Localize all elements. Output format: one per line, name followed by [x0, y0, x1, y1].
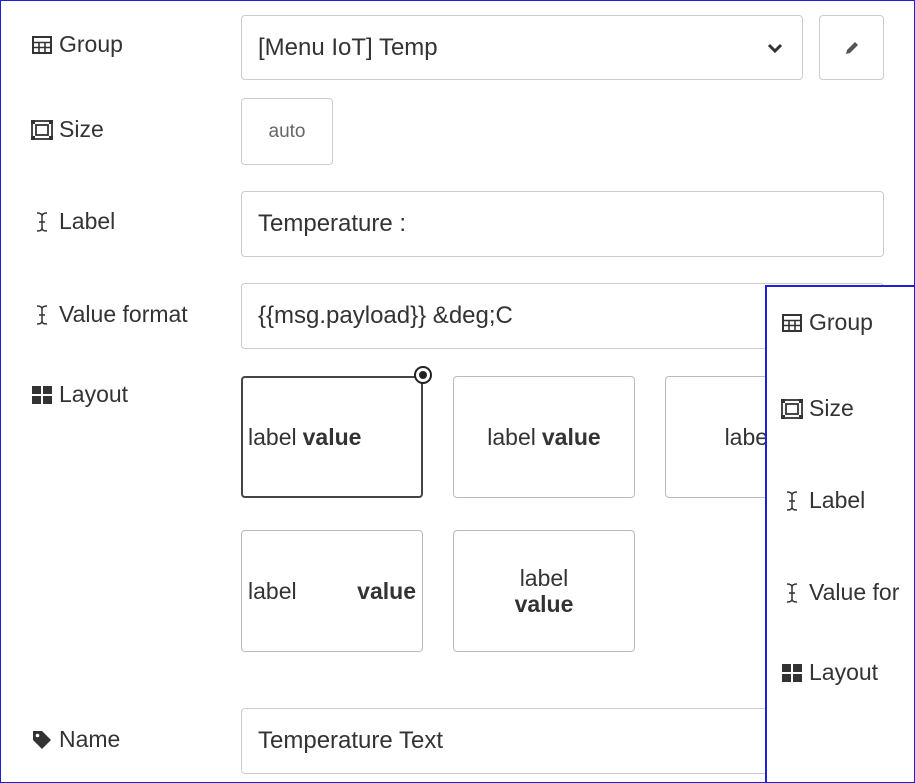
label-input[interactable]: Temperature :	[241, 191, 884, 257]
size-icon	[781, 398, 803, 420]
layout-option-label: label	[248, 423, 297, 450]
selected-radio-indicator	[414, 366, 432, 384]
label-input-value: Temperature :	[258, 210, 407, 237]
overlay-layout-row: Layout	[781, 659, 878, 686]
layout-option-value: value	[514, 591, 574, 617]
overlay-size-row: Size	[781, 395, 854, 422]
overlay-layout-label: Layout	[809, 659, 879, 685]
text-cursor-icon	[781, 490, 803, 512]
overlay-size-label: Size	[809, 395, 854, 421]
layout-option-2[interactable]: label value	[453, 376, 635, 498]
grid-icon	[31, 384, 53, 406]
overlay-label-label: Label	[809, 487, 866, 513]
size-button[interactable]: auto	[241, 98, 333, 165]
overlay-group-row: Group	[781, 309, 873, 336]
layout-option-label: label	[487, 423, 536, 450]
group-select-value: [Menu IoT] Temp	[258, 33, 438, 61]
layout-option-value: value	[357, 577, 416, 604]
size-value: auto	[268, 120, 306, 142]
name-row-label: Name	[31, 726, 120, 753]
label-field-label: Label	[59, 208, 116, 234]
value-format-input-value: {{msg.payload}} &deg;C	[258, 302, 513, 329]
layout-label: Layout	[59, 381, 129, 407]
overlay-label-row: Label	[781, 487, 865, 514]
size-label: Size	[59, 116, 104, 142]
label-row-label: Label	[31, 208, 115, 235]
overlay-value-format-label: Value for	[809, 579, 900, 605]
size-icon	[31, 119, 53, 141]
layout-option-label: label	[248, 577, 297, 604]
table-icon	[31, 34, 53, 56]
value-format-row-label: Value format	[31, 301, 188, 328]
value-format-label: Value format	[59, 301, 188, 327]
overlay-panel: Group Size Label Value for Layout	[765, 285, 914, 782]
layout-option-5[interactable]: label value	[453, 530, 635, 652]
node-properties-panel: Group [Menu IoT] Temp Size auto Label Te…	[0, 0, 915, 783]
layout-row-label: Layout	[31, 381, 128, 408]
layout-option-label: label	[519, 565, 569, 591]
size-row-label: Size	[31, 116, 104, 143]
name-label: Name	[59, 726, 121, 752]
name-input-value: Temperature Text	[258, 727, 443, 754]
table-icon	[781, 312, 803, 334]
text-cursor-icon	[31, 211, 53, 233]
layout-option-value: value	[302, 423, 362, 450]
layout-option-value: value	[541, 423, 601, 450]
group-label: Group	[59, 31, 123, 57]
text-cursor-icon	[31, 304, 53, 326]
text-cursor-icon	[781, 582, 803, 604]
group-row-label: Group	[31, 31, 123, 58]
layout-option-1[interactable]: label value	[241, 376, 423, 498]
grid-icon	[781, 662, 803, 684]
tag-icon	[31, 729, 53, 751]
overlay-value-format-row: Value for	[781, 579, 899, 606]
pencil-icon	[841, 37, 863, 59]
edit-group-button[interactable]	[819, 15, 884, 80]
overlay-group-label: Group	[809, 309, 873, 335]
chevron-down-icon	[764, 37, 786, 59]
layout-option-4[interactable]: label value	[241, 530, 423, 652]
group-select[interactable]: [Menu IoT] Temp	[241, 15, 803, 80]
